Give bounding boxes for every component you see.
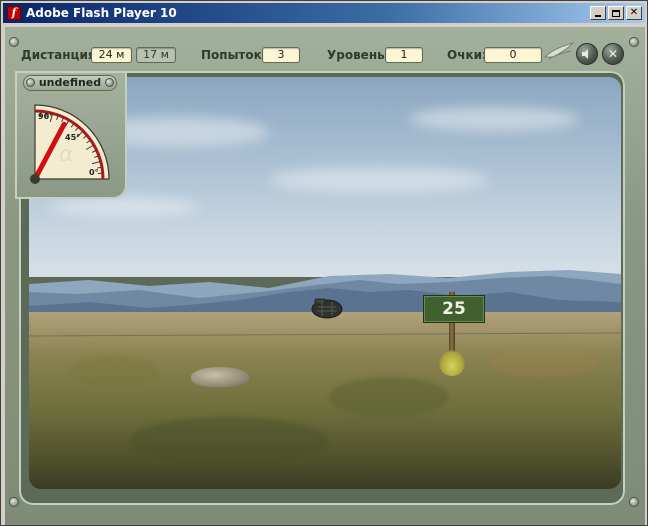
attempts-value: 3 <box>262 47 300 63</box>
cloud <box>409 107 579 131</box>
gauge-label-box: undefined <box>23 75 117 91</box>
hud-bar: Дистанция: 24 м 17 м Попыток: 3 Уровень:… <box>5 27 645 71</box>
screw-icon <box>629 37 639 47</box>
window-title: Adobe Flash Player 10 <box>26 6 177 20</box>
title-bar[interactable]: f Adobe Flash Player 10 ✕ <box>3 3 645 23</box>
bush <box>439 350 465 376</box>
alpha-symbol: α <box>59 142 74 167</box>
grass <box>129 417 329 467</box>
mark-0: 0° <box>89 168 99 177</box>
minimize-button[interactable] <box>590 6 606 20</box>
grass <box>69 357 159 387</box>
angle-gauge-panel: undefined 90° 45° 0° α <box>15 71 127 199</box>
target-sign: 25 <box>423 295 485 323</box>
minimize-icon <box>595 14 601 17</box>
attempts-label: Попыток: <box>201 48 267 62</box>
score-value: 0 <box>484 47 542 63</box>
flash-player-window: f Adobe Flash Player 10 ✕ 25 Дистанция: … <box>0 0 648 526</box>
grass <box>329 377 449 417</box>
cloud <box>269 167 489 193</box>
grass <box>489 347 599 377</box>
score-label: Очки: <box>447 48 487 62</box>
exit-button[interactable]: ✕ <box>602 43 624 65</box>
rock <box>191 367 249 387</box>
maximize-icon <box>612 9 620 17</box>
game-area[interactable]: 25 Дистанция: 24 м 17 м Попыток: 3 Урове… <box>5 27 645 525</box>
angle-gauge[interactable]: 90° 45° 0° α <box>21 95 121 185</box>
close-icon: ✕ <box>629 7 639 18</box>
speaker-icon <box>582 49 588 59</box>
window-controls: ✕ <box>588 6 642 20</box>
grenade-icon[interactable] <box>309 297 345 319</box>
ground <box>29 312 621 489</box>
screw-icon <box>9 497 19 507</box>
close-icon: ✕ <box>607 47 619 61</box>
maximize-button[interactable] <box>608 6 624 20</box>
flash-icon: f <box>7 6 21 20</box>
distance-label: Дистанция: <box>21 48 101 62</box>
needle-pivot <box>30 174 40 184</box>
screw-icon <box>9 37 19 47</box>
mark-45: 45° <box>65 133 80 142</box>
level-value: 1 <box>385 47 423 63</box>
gauge-label: undefined <box>38 76 102 89</box>
close-button[interactable]: ✕ <box>626 6 642 20</box>
distance-secondary: 17 м <box>136 47 176 63</box>
cloud <box>49 197 199 217</box>
distance-value: 24 м <box>91 47 132 63</box>
wing-ornament-icon <box>544 42 575 60</box>
sound-button[interactable] <box>576 43 598 65</box>
level-label: Уровень: <box>327 48 390 62</box>
screw-icon <box>629 497 639 507</box>
mark-90: 90° <box>38 112 53 121</box>
